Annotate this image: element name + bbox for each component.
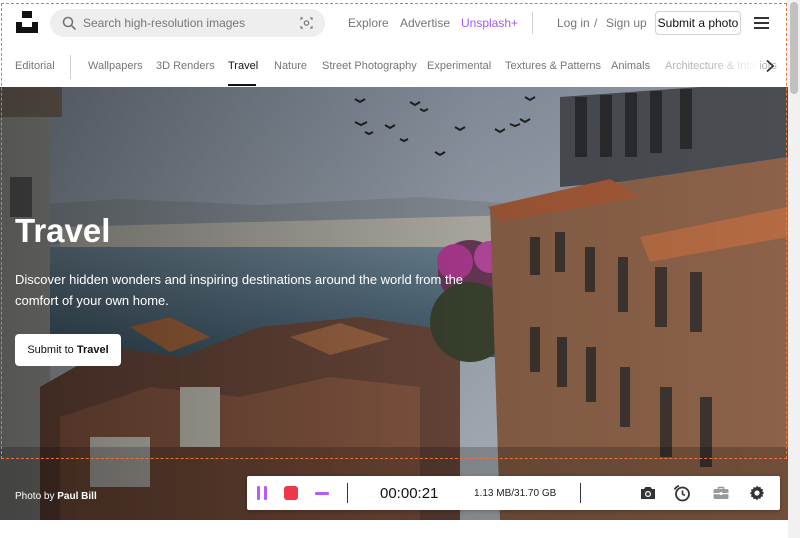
search-input[interactable]: Search high-resolution images [83, 16, 245, 30]
topics-fade [710, 45, 760, 87]
topic-textures-patterns[interactable]: Textures & Patterns [505, 60, 601, 72]
recording-timer: 00:00:21 [380, 485, 439, 502]
toolbar-divider [580, 483, 581, 503]
header-divider [532, 12, 533, 34]
submit-topic-name: Travel [76, 344, 109, 356]
hero-banner: Travel Discover hidden wonders and inspi… [0, 87, 788, 520]
topic-wallpapers[interactable]: Wallpapers [88, 60, 143, 72]
topic-editorial[interactable]: Editorial [15, 60, 55, 72]
toolbox-icon[interactable] [712, 484, 730, 502]
topic-navigation: Editorial Wallpapers 3D Renders Travel N… [0, 45, 788, 87]
signup-link[interactable]: Sign up [606, 16, 647, 30]
submit-to-topic-button[interactable]: Submit to Travel [15, 334, 121, 366]
search-icon [62, 16, 76, 30]
topic-street-photography[interactable]: Street Photography [322, 60, 417, 72]
hamburger-menu-icon[interactable] [754, 17, 769, 29]
visual-search-icon[interactable] [300, 17, 313, 29]
minimize-icon[interactable] [315, 492, 329, 495]
topic-animals[interactable]: Animals [611, 60, 650, 72]
active-topic-indicator [228, 84, 256, 86]
page-scrollbar[interactable] [788, 0, 800, 538]
login-link[interactable]: Log in [557, 16, 590, 30]
submit-photo-button[interactable]: Submit a photo [655, 11, 741, 35]
credit-prefix: Photo by [15, 491, 58, 502]
settings-gear-icon[interactable] [748, 484, 766, 502]
nav-unsplash-plus[interactable]: Unsplash+ [461, 16, 518, 30]
pause-icon[interactable] [255, 486, 269, 500]
screen-recorder-toolbar: 00:00:21 1.13 MB/31.70 GB [247, 476, 780, 510]
submit-to-label: Submit to [27, 344, 77, 356]
topic-experimental[interactable]: Experimental [427, 60, 491, 72]
hero-title: Travel [15, 212, 111, 249]
topic-travel[interactable]: Travel [228, 60, 258, 72]
photographer-link[interactable]: Paul Bill [57, 491, 96, 502]
auth-separator: / [594, 16, 598, 30]
recording-storage: 1.13 MB/31.70 GB [474, 488, 557, 499]
topic-3d-renders[interactable]: 3D Renders [156, 60, 215, 72]
top-header: Search high-resolution images Explore Ad… [0, 0, 788, 45]
chevron-right-icon[interactable] [764, 59, 776, 73]
camera-icon[interactable] [639, 484, 657, 502]
topic-nature[interactable]: Nature [274, 60, 307, 72]
stop-icon[interactable] [284, 486, 298, 500]
topic-divider [70, 55, 71, 79]
hero-description: Discover hidden wonders and inspiring de… [15, 272, 464, 308]
nav-explore[interactable]: Explore [348, 16, 389, 30]
schedule-icon[interactable] [673, 484, 691, 502]
scrollbar-thumb[interactable] [790, 2, 798, 94]
photo-credit: Photo by Paul Bill [15, 491, 97, 502]
unsplash-logo[interactable] [16, 11, 38, 33]
toolbar-divider [347, 483, 348, 503]
search-bar[interactable]: Search high-resolution images [50, 9, 325, 37]
nav-advertise[interactable]: Advertise [400, 16, 450, 30]
